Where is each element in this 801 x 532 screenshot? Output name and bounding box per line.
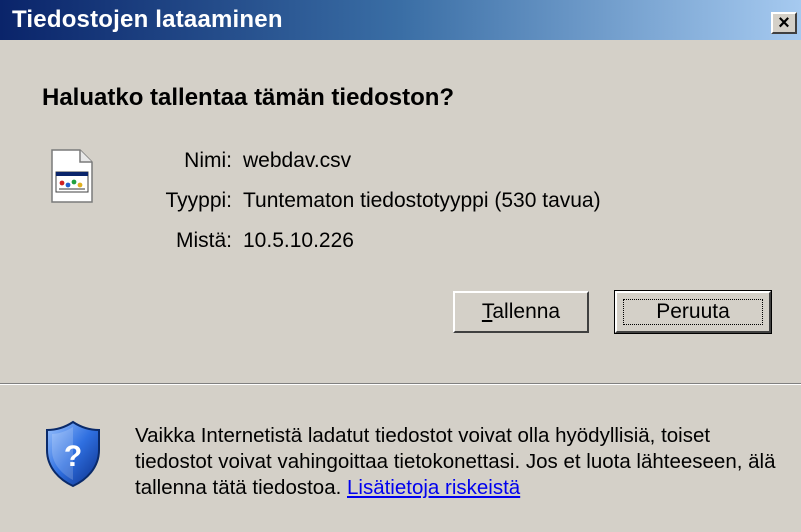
cancel-button-label: Peruuta xyxy=(656,300,730,323)
download-dialog: Tiedostojen lataaminen × Haluatko tallen… xyxy=(0,0,801,532)
cancel-button[interactable]: Peruuta xyxy=(615,291,771,333)
title-bar[interactable]: Tiedostojen lataaminen × xyxy=(0,0,801,40)
security-shield-icon: ? xyxy=(44,420,102,493)
cancel-button-default-frame: Peruuta xyxy=(614,290,772,334)
file-type-value: Tuntematon tiedostotyyppi (530 tavua) xyxy=(243,189,601,212)
file-source-value: 10.5.10.226 xyxy=(243,229,354,252)
window-title: Tiedostojen lataaminen xyxy=(12,6,283,33)
risks-info-link[interactable]: Lisätietoja riskeistä xyxy=(347,476,520,499)
close-button[interactable]: × xyxy=(771,12,797,34)
type-label: Tyyppi: xyxy=(165,189,232,212)
name-label: Nimi: xyxy=(184,149,232,172)
security-warning: Vaikka Internetistä ladatut tiedostot vo… xyxy=(135,423,785,501)
dialog-question: Haluatko tallentaa tämän tiedoston? xyxy=(42,84,455,111)
source-label: Mistä: xyxy=(175,229,232,252)
save-button-label: Tallenna xyxy=(481,300,561,323)
svg-text:?: ? xyxy=(64,440,82,473)
save-button[interactable]: Tallenna xyxy=(453,291,589,333)
file-name-value: webdav.csv xyxy=(243,149,352,172)
close-icon: × xyxy=(778,12,790,34)
divider xyxy=(0,383,801,385)
